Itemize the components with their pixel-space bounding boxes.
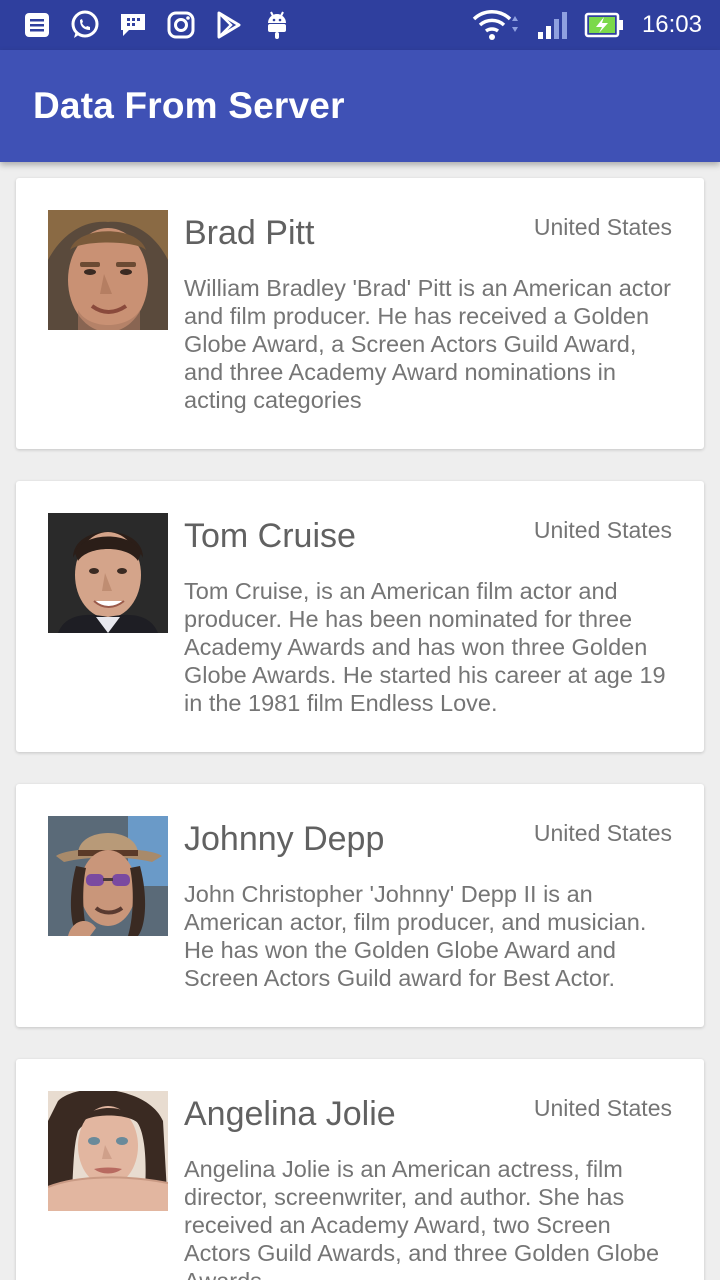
avatar xyxy=(48,1091,168,1211)
app-bar: Data From Server xyxy=(0,50,720,162)
item-country: United States xyxy=(533,1095,672,1121)
item-name: Johnny Depp xyxy=(184,820,385,858)
list-item[interactable]: Brad Pitt United States William Bradley … xyxy=(16,178,704,449)
item-description: Angelina Jolie is an American actress, f… xyxy=(184,1156,660,1280)
system-icons: 16:03 xyxy=(458,8,702,42)
battery-charging-icon xyxy=(584,12,624,38)
item-country: United States xyxy=(533,820,672,846)
android-icon xyxy=(262,10,292,40)
play-store-icon xyxy=(214,10,244,40)
list-icon xyxy=(22,10,52,40)
avatar xyxy=(48,513,168,633)
list-item[interactable]: Tom Cruise United States Tom Cruise, is … xyxy=(16,481,704,752)
item-name: Tom Cruise xyxy=(184,517,356,555)
item-name: Brad Pitt xyxy=(184,214,315,252)
list-item[interactable]: Angelina Jolie United States Angelina Jo… xyxy=(16,1059,704,1280)
item-country: United States xyxy=(533,214,672,240)
item-name: Angelina Jolie xyxy=(184,1095,396,1133)
item-description: William Bradley 'Brad' Pitt is an Americ… xyxy=(184,275,671,413)
signal-icon xyxy=(536,10,570,40)
status-bar: 16:03 xyxy=(0,0,720,50)
celebrity-list[interactable]: Brad Pitt United States William Bradley … xyxy=(0,162,720,1280)
clock: 16:03 xyxy=(641,11,702,38)
avatar xyxy=(48,210,168,330)
avatar xyxy=(48,816,168,936)
list-item[interactable]: Johnny Depp United States John Christoph… xyxy=(16,784,704,1027)
whatsapp-icon xyxy=(70,10,100,40)
notification-icons xyxy=(22,10,310,40)
item-description: Tom Cruise, is an American film actor an… xyxy=(184,578,666,716)
instagram-icon xyxy=(166,10,196,40)
wifi-icon xyxy=(472,8,522,42)
bbm-icon xyxy=(118,10,148,40)
app-title: Data From Server xyxy=(33,85,345,126)
item-description: John Christopher 'Johnny' Depp II is an … xyxy=(184,881,647,991)
item-country: United States xyxy=(533,517,672,543)
